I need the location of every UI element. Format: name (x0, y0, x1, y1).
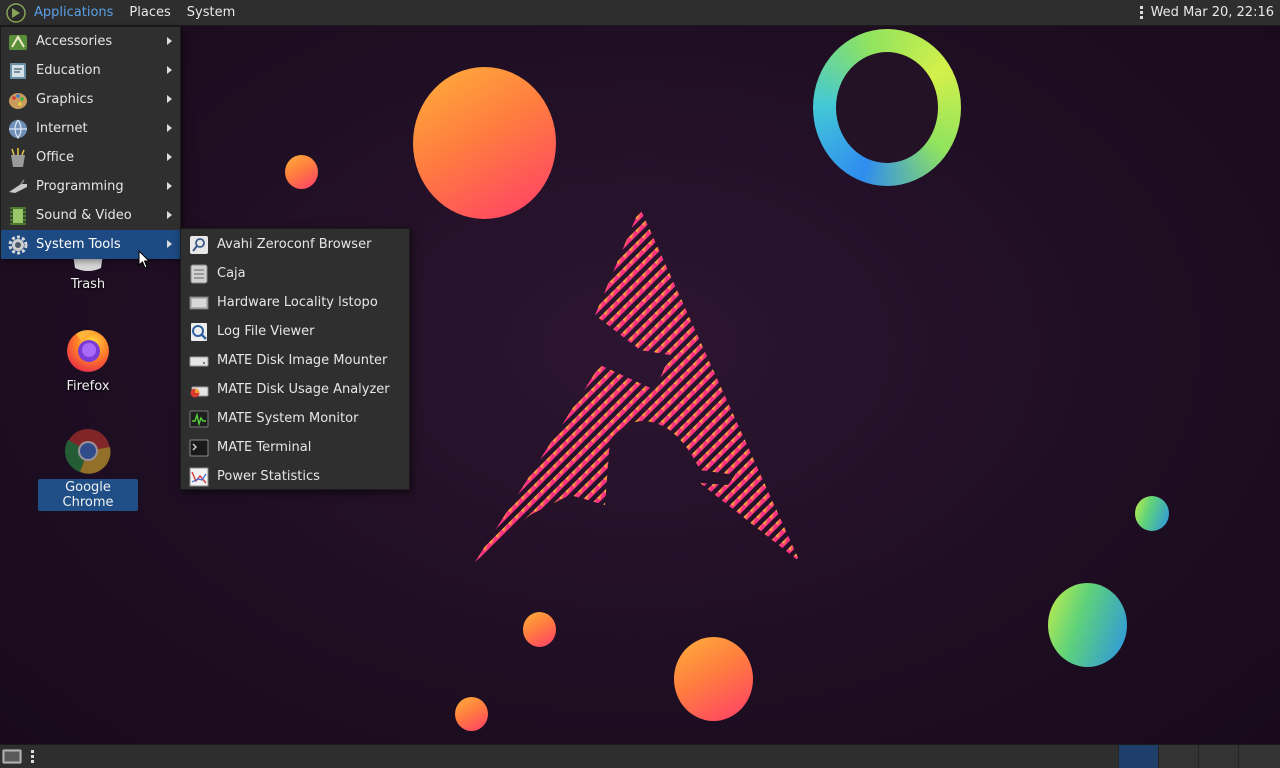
gear-icon (8, 235, 28, 254)
menu-item-caja[interactable]: Caja (181, 259, 409, 288)
mouse-pointer-icon (138, 250, 150, 269)
decor-circle-small-cool (1135, 496, 1169, 531)
menu-item-label: Accessories (36, 34, 113, 49)
firefox-icon (67, 330, 109, 372)
menu-item-label: Education (36, 63, 101, 78)
power-statistics-icon (189, 467, 209, 486)
workspace-3[interactable] (1198, 745, 1238, 768)
menu-item-label: MATE Terminal (217, 440, 312, 455)
menu-item-power-statistics[interactable]: Power Statistics (181, 462, 409, 491)
panel-right-area: Wed Mar 20, 22:16 (1136, 0, 1280, 26)
menu-item-label: Internet (36, 121, 88, 136)
file-manager-icon (190, 264, 208, 283)
top-panel: Applications Places System Wed Mar 20, 2… (0, 0, 1280, 26)
panel-drag-handle-icon[interactable] (1136, 6, 1147, 19)
log-viewer-icon (191, 322, 207, 341)
panel-drag-handle-icon[interactable] (27, 750, 38, 763)
submenu-arrow-icon (167, 240, 172, 248)
clock[interactable]: Wed Mar 20, 22:16 (1147, 5, 1280, 20)
internet-globe-icon (9, 119, 27, 139)
menu-item-education[interactable]: Education (1, 56, 180, 85)
programming-icon (9, 179, 27, 193)
workspace-4[interactable] (1238, 745, 1280, 768)
decor-circle-small (285, 155, 318, 189)
menu-item-label: Power Statistics (217, 469, 320, 484)
menu-item-log-file-viewer[interactable]: Log File Viewer (181, 317, 409, 346)
menu-item-label: Sound & Video (36, 208, 132, 223)
applications-menu-button[interactable]: Applications (0, 0, 121, 26)
system-tools-submenu: Avahi Zeroconf Browser Caja Hardware Loc… (180, 228, 410, 490)
menu-item-programming[interactable]: Programming (1, 172, 180, 201)
decor-circle-medium-cool (1048, 583, 1127, 667)
menu-item-label: Graphics (36, 92, 94, 107)
show-desktop-icon[interactable] (2, 748, 22, 765)
desktop-icon-label: Google Chrome (38, 479, 138, 511)
decor-circle-large (413, 67, 556, 219)
system-menu-button[interactable]: System (179, 0, 243, 26)
desktop-icon-trash[interactable]: Trash (38, 254, 138, 293)
menu-item-label: Hardware Locality lstopo (217, 295, 378, 310)
menu-item-office[interactable]: Office (1, 143, 180, 172)
menu-item-hardware-locality-lstopo[interactable]: Hardware Locality lstopo (181, 288, 409, 317)
decor-circle-small (455, 697, 488, 731)
decor-circle-small (523, 612, 556, 647)
decor-circle-medium (674, 637, 753, 721)
decor-ring (813, 29, 961, 186)
menu-item-mate-system-monitor[interactable]: MATE System Monitor (181, 404, 409, 433)
workspace-2[interactable] (1158, 745, 1198, 768)
hardware-icon (189, 296, 209, 309)
menu-item-avahi-zeroconf-browser[interactable]: Avahi Zeroconf Browser (181, 230, 409, 259)
workspace-1[interactable] (1118, 745, 1158, 768)
submenu-arrow-icon (167, 211, 172, 219)
desktop-icon-firefox[interactable]: Firefox (38, 326, 138, 395)
applications-menu-label: Applications (34, 5, 114, 20)
office-icon (11, 147, 25, 167)
submenu-arrow-icon (167, 37, 172, 45)
arch-linux-logo (475, 208, 800, 562)
sound-video-icon (10, 206, 26, 225)
menu-item-mate-terminal[interactable]: MATE Terminal (181, 433, 409, 462)
menu-item-graphics[interactable]: Graphics (1, 85, 180, 114)
menu-item-internet[interactable]: Internet (1, 114, 180, 143)
menu-item-label: Office (36, 150, 74, 165)
disk-usage-icon (190, 386, 209, 397)
system-menu-label: System (186, 5, 236, 20)
desktop-icon-label: Trash (70, 277, 106, 292)
menu-item-accessories[interactable]: Accessories (1, 27, 180, 56)
bottom-panel (0, 744, 1280, 768)
desktop-icon-label: Firefox (66, 379, 110, 394)
menu-item-label: MATE Disk Usage Analyzer (217, 382, 390, 397)
submenu-arrow-icon (167, 95, 172, 103)
places-menu-label: Places (129, 5, 171, 20)
menu-item-sound-video[interactable]: Sound & Video (1, 201, 180, 230)
menu-item-label: Log File Viewer (217, 324, 315, 339)
menu-item-label: MATE System Monitor (217, 411, 359, 426)
menu-item-label: MATE Disk Image Mounter (217, 353, 388, 368)
mate-logo-icon (6, 2, 26, 23)
chrome-icon (64, 429, 111, 474)
menu-item-mate-disk-image-mounter[interactable]: MATE Disk Image Mounter (181, 346, 409, 375)
submenu-arrow-icon (167, 66, 172, 74)
accessories-icon (9, 34, 27, 50)
desktop-icon-google-chrome[interactable]: Google Chrome (38, 427, 138, 511)
education-icon (10, 62, 26, 79)
submenu-arrow-icon (167, 153, 172, 161)
places-menu-button[interactable]: Places (121, 0, 178, 26)
submenu-arrow-icon (167, 124, 172, 132)
menu-item-label: Programming (36, 179, 124, 194)
terminal-icon (189, 439, 209, 456)
system-monitor-icon (189, 410, 209, 427)
menu-item-system-tools[interactable]: System Tools (1, 230, 180, 259)
menu-item-label: Caja (217, 266, 246, 281)
applications-menu: Accessories Education Graphics Internet (0, 26, 181, 259)
submenu-arrow-icon (167, 182, 172, 190)
disk-icon (189, 356, 209, 366)
graphics-icon (9, 92, 27, 109)
menu-item-label: Avahi Zeroconf Browser (217, 237, 372, 252)
menu-item-mate-disk-usage-analyzer[interactable]: MATE Disk Usage Analyzer (181, 375, 409, 404)
menu-item-label: System Tools (36, 237, 121, 252)
magnifier-icon (190, 235, 208, 254)
